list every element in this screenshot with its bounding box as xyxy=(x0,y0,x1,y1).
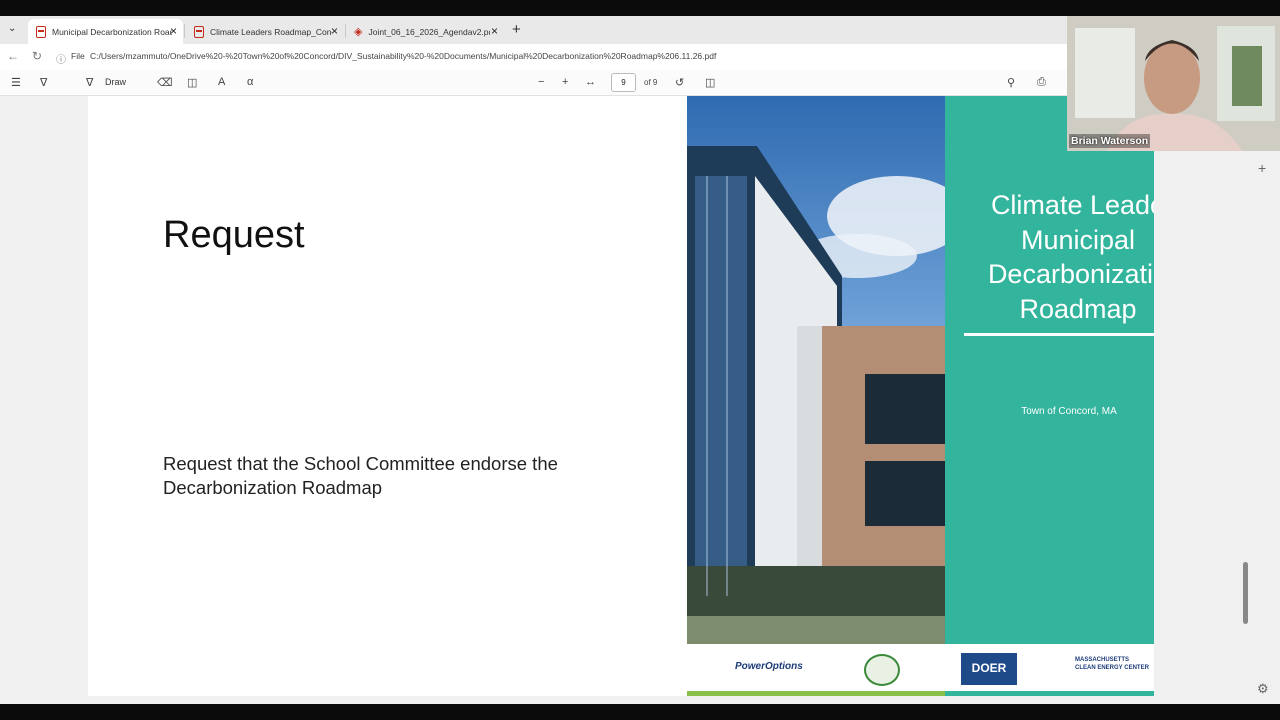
cover-title-line: Roadmap xyxy=(1019,293,1137,324)
cover-divider xyxy=(964,333,1154,336)
page-total: of 9 xyxy=(644,78,658,87)
add-icon[interactable]: + xyxy=(1258,160,1266,176)
cover-title: Climate Leade Municipal Decarbonizatio R… xyxy=(963,188,1154,326)
tab-municipal-roadmap[interactable]: Municipal Decarbonization Roadm × xyxy=(28,19,183,44)
rotate-icon[interactable]: ↺ xyxy=(675,76,684,89)
contents-icon[interactable]: ☰ xyxy=(11,76,21,89)
back-icon[interactable]: ← xyxy=(7,49,19,63)
doer-logo: DOER xyxy=(961,653,1017,685)
highlight-icon[interactable]: ∇ xyxy=(40,76,47,89)
page-view-icon[interactable]: ◫ xyxy=(187,76,197,89)
poweroptions-logo: PowerOptions xyxy=(735,661,803,672)
erase-icon[interactable]: ⌫ xyxy=(157,76,173,89)
close-tab-icon[interactable]: × xyxy=(170,24,177,38)
masscec-logo: MASSACHUSETTS CLEAN ENERGY CENTER xyxy=(1075,657,1149,671)
zoom-out-icon[interactable]: − xyxy=(538,76,544,88)
participant-name: Brian Waterson xyxy=(1069,134,1151,148)
green-communities-logo xyxy=(864,654,900,686)
zoom-in-icon[interactable]: + xyxy=(562,76,568,88)
tab-label: Joint_06_16_2026_Agendav2.pdf xyxy=(368,26,491,37)
search-icon[interactable]: ⚲ xyxy=(1007,76,1015,89)
partner-logos: PowerOptions DOER MASSACHUSETTS CLEAN EN… xyxy=(687,644,1154,696)
cover-title-line: Climate Leade xyxy=(990,190,1154,220)
participant-video: Brian Waterson xyxy=(1067,16,1280,151)
cover-title-line: Decarbonizatio xyxy=(987,259,1154,289)
cover-title-line: Municipal xyxy=(1020,224,1136,255)
tab-joint-agenda[interactable]: ◈ Joint_06_16_2026_Agendav2.pdf × xyxy=(346,19,504,44)
settings-gear-icon[interactable]: ⚙ xyxy=(1257,681,1269,697)
new-tab-icon[interactable]: + xyxy=(512,21,521,38)
tab-label: Municipal Decarbonization Roadm xyxy=(52,26,172,37)
browser-window: ⌄ Municipal Decarbonization Roadm × Clim… xyxy=(0,16,1280,704)
close-tab-icon[interactable]: × xyxy=(491,24,498,38)
pdf-page: Request Request that the School Committe… xyxy=(88,96,1154,696)
url-field[interactable]: C:/Users/mzammuto/OneDrive%20-%20Town%20… xyxy=(90,51,716,61)
document-icon: ◈ xyxy=(354,26,363,38)
slide-body: Request that the School Committee endors… xyxy=(163,453,558,498)
cover-teal-panel: Climate Leade Municipal Decarbonizatio R… xyxy=(945,96,1154,644)
tab-list-chevron-icon[interactable]: ⌄ xyxy=(8,23,16,34)
draw-button[interactable]: Draw xyxy=(105,77,126,87)
cover-subtitle: Town of Concord, MA xyxy=(1021,406,1117,417)
print-icon[interactable]: ⎙ xyxy=(1037,76,1046,89)
teal-strip xyxy=(945,691,1154,696)
pdf-icon xyxy=(194,25,204,38)
refresh-icon[interactable]: ↻ xyxy=(32,49,42,63)
close-tab-icon[interactable]: × xyxy=(331,24,338,38)
roadmap-cover-image: Climate Leade Municipal Decarbonizatio R… xyxy=(687,96,1154,696)
green-strip xyxy=(687,691,945,696)
tab-climate-leaders[interactable]: Climate Leaders Roadmap_Conco × xyxy=(186,19,344,44)
scheme-label: File xyxy=(71,51,85,61)
page-number-input[interactable]: 9 xyxy=(611,73,636,92)
pdf-viewer: Request Request that the School Committe… xyxy=(0,96,1280,704)
building-photo xyxy=(687,96,945,644)
info-icon[interactable]: ⓘ xyxy=(56,51,66,66)
tab-divider xyxy=(184,24,185,38)
scrollbar-thumb[interactable] xyxy=(1243,562,1248,624)
pdf-icon xyxy=(36,25,46,38)
tab-label: Climate Leaders Roadmap_Conco xyxy=(210,26,332,37)
fit-page-icon[interactable]: ↔ xyxy=(585,76,596,88)
draw-icon[interactable]: ∇ xyxy=(86,76,93,89)
translate-icon[interactable]: α xyxy=(247,76,253,88)
read-aloud-icon[interactable]: A xyxy=(218,76,225,88)
two-page-icon[interactable]: ◫ xyxy=(705,76,715,89)
slide-title: Request xyxy=(163,214,305,256)
